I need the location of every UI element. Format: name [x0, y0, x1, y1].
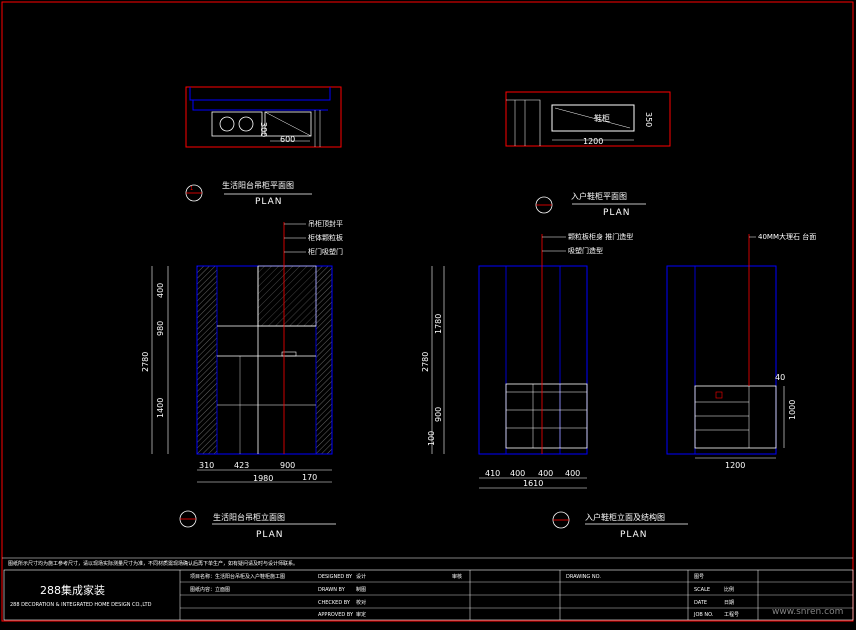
balcony-hdim-1980: 1980 — [253, 474, 273, 483]
tb-r0c5: 图号 — [694, 574, 704, 580]
entry-struct-outline — [666, 265, 777, 455]
balcony-hdim-310: 310 — [199, 461, 214, 470]
entry-plan-width-dim: 1200 — [583, 137, 603, 146]
tb-r1c1: DRAWN BY — [318, 587, 346, 593]
tb-r2c2: 校对 — [356, 599, 366, 606]
balcony-vdim-980: 980 — [156, 321, 165, 336]
tb-r1c4: SCALE — [694, 587, 710, 593]
balcony-vdim-2780: 2780 — [141, 352, 150, 372]
tb-r0c3: 审核 — [452, 573, 462, 580]
balcony-plan-wall — [185, 86, 342, 148]
entry-hdim-400-3: 400 — [565, 469, 580, 478]
company-subname: 288 DECORATION & INTEGRATED HOME DESIGN … — [10, 602, 152, 608]
entry-plan-title: 入户鞋柜平面图 — [571, 191, 627, 201]
tb-r2c1: CHECKED BY — [318, 600, 351, 606]
entry-note-left-1: 颗粒板柜身 推门造型 — [568, 232, 633, 241]
tb-r1c0: 图纸内容：立面图 — [190, 586, 230, 593]
entry-elev-sub: PLAN — [620, 530, 648, 540]
tb-r3c1: APPROVED BY — [318, 612, 354, 618]
entry-plan-view: 鞋柜 1200 350 — [505, 91, 671, 147]
balcony-note-3: 柜门吸塑门 — [308, 247, 343, 256]
entry-hdim-1610: 1610 — [523, 479, 543, 488]
company-name: 288集成家装 — [40, 583, 105, 597]
tb-r0c2: 设计 — [356, 573, 366, 580]
entry-note-right-1: 40MM大理石 台面 — [758, 232, 816, 241]
entry-hdim-400-2: 400 — [538, 469, 553, 478]
entry-plan-depth-dim: 350 — [644, 112, 653, 127]
tb-r3c2: 审定 — [356, 611, 366, 618]
entry-hdim-400-1: 400 — [510, 469, 525, 478]
balcony-plan-view: 600 300 — [185, 86, 342, 148]
entry-note-left-2: 吸塑门造型 — [568, 246, 603, 255]
balcony-hdim-423: 423 — [234, 461, 249, 470]
tb-r1c5: 比例 — [724, 586, 734, 593]
entry-struct-hdim-1200: 1200 — [725, 461, 745, 470]
title-block: 图纸所示尺寸均为施工参考尺寸，请以现场实际测量尺寸为准，不同材质需现场确认后再下… — [2, 557, 854, 621]
entry-elevation-view: 颗粒板柜身 推门造型 吸塑门造型 1780 900 100 2780 410 4… — [421, 232, 633, 489]
balcony-vdim-1400: 1400 — [156, 398, 165, 418]
balcony-plan-depth-dim: 300 — [259, 122, 268, 137]
balcony-vdim-400: 400 — [156, 283, 165, 298]
balcony-elevation-view: 吊柜顶封平 柜体颗粒板 柜门吸塑门 400 980 1400 2780 310 … — [141, 219, 343, 483]
entry-vdim-900: 900 — [434, 407, 443, 422]
tb-r1c2: 制图 — [356, 586, 366, 593]
cad-drawing: 600 300 1 生活阳台吊柜平面图 PLAN 鞋柜 1200 350 入户鞋… — [1, 1, 854, 622]
cad-drawing-canvas: 600 300 1 生活阳台吊柜平面图 PLAN 鞋柜 1200 350 入户鞋… — [0, 0, 856, 626]
tb-r0c4: DRAWING NO. — [566, 574, 601, 580]
balcony-elev-title: 生活阳台吊柜立面图 — [213, 512, 285, 522]
balcony-elev-sub: PLAN — [256, 530, 284, 540]
svg-text:1: 1 — [190, 186, 193, 192]
tb-r3c4: JOB NO. — [693, 612, 714, 618]
entry-plan-title-block: 入户鞋柜平面图 PLAN — [535, 191, 646, 218]
tb-r3c5: 工程号 — [724, 611, 739, 618]
tb-r2c4: DATE — [694, 600, 707, 606]
tb-r0c0: 项目名称：生活阳台吊柜及入户鞋柜施工图 — [190, 573, 285, 580]
sheet-border — [1, 1, 854, 622]
tb-r0c1: DESIGNED BY — [318, 574, 353, 580]
balcony-hdim-900: 900 — [280, 461, 295, 470]
entry-vdim-100: 100 — [427, 431, 436, 446]
entry-vdim-1780: 1780 — [434, 314, 443, 334]
entry-structure-view: 40MM大理石 台面 1000 40 1200 — [666, 232, 816, 470]
balcony-plan-width-dim: 600 — [280, 135, 295, 144]
entry-plan-sub: PLAN — [603, 208, 631, 218]
balcony-note-1: 吊柜顶封平 — [308, 219, 343, 228]
entry-elev-title-block: 入户鞋柜立面及结构图 PLAN — [552, 511, 688, 540]
entry-hdim-410: 410 — [485, 469, 500, 478]
balcony-plan-title: 生活阳台吊柜平面图 — [222, 180, 294, 190]
entry-struct-vdim-1000: 1000 — [788, 400, 797, 420]
entry-vdim-2780: 2780 — [421, 352, 430, 372]
balcony-note-2: 柜体颗粒板 — [308, 233, 343, 242]
title-block-note: 图纸所示尺寸均为施工参考尺寸，请以现场实际测量尺寸为准，不同材质需现场确认后再下… — [8, 560, 298, 567]
balcony-hdim-170: 170 — [302, 473, 317, 482]
balcony-elev-title-block: 生活阳台吊柜立面图 PLAN — [179, 510, 336, 540]
shoe-cabinet-label: 鞋柜 — [594, 113, 610, 123]
balcony-plan-title-block: 1 生活阳台吊柜平面图 PLAN — [185, 180, 312, 207]
entry-struct-small-dim: 40 — [775, 373, 785, 382]
balcony-plan-sub: PLAN — [255, 197, 283, 207]
tb-r2c5: 日期 — [724, 600, 734, 606]
entry-elev-title: 入户鞋柜立面及结构图 — [585, 512, 665, 522]
watermark: www.snren.com — [772, 607, 843, 617]
sink-outline — [211, 111, 263, 137]
